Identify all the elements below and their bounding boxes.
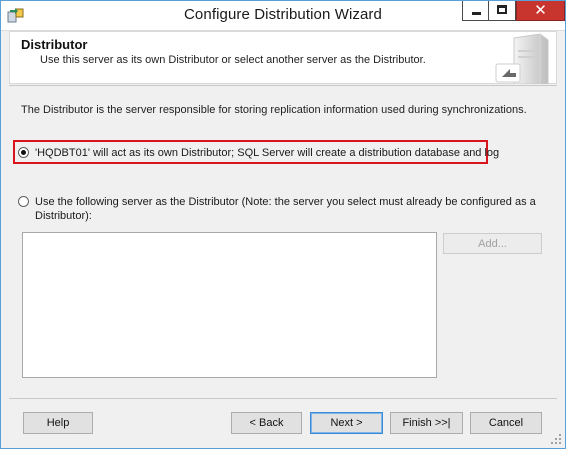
resize-grip-icon[interactable]	[550, 433, 562, 445]
back-button[interactable]: < Back	[231, 412, 302, 434]
close-button[interactable]: ✕	[516, 1, 565, 21]
maximize-icon	[497, 5, 507, 14]
close-icon: ✕	[534, 2, 547, 19]
radio-other-distributor[interactable]	[18, 196, 29, 207]
option-other-distributor-label: Use the following server as the Distribu…	[35, 196, 536, 222]
server-icon	[495, 33, 549, 84]
page-title: Distributor	[21, 37, 88, 52]
header-divider	[9, 85, 557, 86]
description-text: The Distributor is the server responsibl…	[21, 104, 527, 116]
minimize-icon	[472, 12, 481, 15]
header-banner: Distributor Use this server as its own D…	[9, 31, 557, 84]
footer-divider	[9, 398, 557, 399]
option-self-distributor-label: 'HQDBT01' will act as its own Distributo…	[35, 147, 500, 159]
finish-button[interactable]: Finish >>|	[390, 412, 463, 434]
add-server-button[interactable]: Add...	[443, 233, 542, 254]
cancel-button[interactable]: Cancel	[470, 412, 542, 434]
help-button[interactable]: Help	[23, 412, 93, 434]
title-bar: Configure Distribution Wizard ✕	[1, 1, 565, 31]
radio-self-distributor[interactable]	[18, 147, 29, 158]
option-other-distributor[interactable]: Use the following server as the Distribu…	[18, 195, 538, 223]
next-button[interactable]: Next >	[310, 412, 383, 434]
option-self-distributor[interactable]: 'HQDBT01' will act as its own Distributo…	[18, 146, 499, 160]
distributor-server-list[interactable]	[22, 232, 437, 378]
maximize-button[interactable]	[489, 1, 516, 21]
wizard-window: Configure Distribution Wizard ✕ Distribu…	[0, 0, 566, 449]
page-subtitle: Use this server as its own Distributor o…	[40, 54, 426, 66]
minimize-button[interactable]	[462, 1, 489, 21]
